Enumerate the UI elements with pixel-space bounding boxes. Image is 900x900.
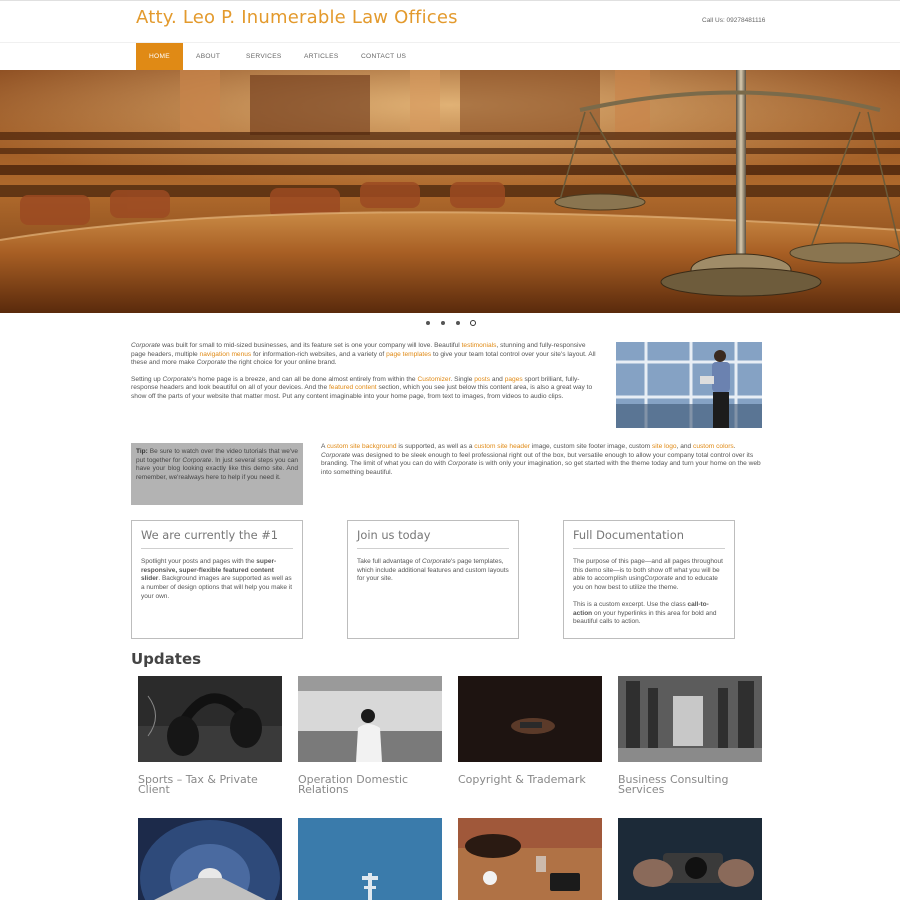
intro-paragraph-2: Setting up Corporate's home page is a br… (131, 375, 593, 400)
update-card-title[interactable]: Operation Domestic Relations (298, 774, 442, 795)
sky-tower-thumbnail[interactable] (298, 818, 442, 900)
site-title[interactable]: Atty. Leo P. Inumerable Law Offices (136, 7, 458, 28)
slider-dot-3[interactable] (456, 321, 460, 325)
site-header: Atty. Leo P. Inumerable Law Offices Call… (0, 0, 900, 42)
bold-text: Tip: (136, 448, 148, 455)
emphasis-text: Corporate (321, 451, 351, 459)
emphasis-text: Corporate (422, 558, 451, 565)
inline-link[interactable]: Customizer (417, 376, 450, 383)
feature-box-text: Take full advantage of Corporate's page … (357, 558, 509, 583)
intro-paragraph-1: Corporate was built for small to mid-siz… (131, 342, 596, 367)
camera-hands-thumbnail[interactable] (618, 818, 762, 900)
nav-home[interactable]: HOME (136, 43, 183, 71)
inline-link[interactable]: custom site header (474, 443, 530, 450)
tip-box: Tip: Be sure to watch over the video tut… (131, 443, 303, 505)
inline-link[interactable]: custom site background (327, 443, 397, 450)
inline-link[interactable]: page templates (386, 351, 431, 358)
feature-box-title: Join us today (357, 528, 509, 549)
update-card[interactable] (138, 818, 282, 900)
feature-box-title: We are currently the #1 (141, 528, 293, 549)
inline-link[interactable]: featured content (329, 384, 377, 391)
intro-content: Corporate was built for small to mid-siz… (131, 342, 601, 410)
emphasis-text: Corporate (447, 460, 478, 468)
emphasis-text: Corporate (196, 359, 226, 367)
update-card-title[interactable]: Copyright & Trademark (458, 774, 602, 785)
update-card[interactable] (298, 818, 442, 900)
inline-link[interactable]: pages (505, 376, 523, 383)
feature-box-text: The purpose of this page—and all pages t… (573, 558, 723, 592)
business-woman-photo (616, 342, 762, 428)
call-us-text: Call Us: 09278481116 (702, 17, 766, 24)
update-card-title[interactable]: Sports – Tax & Private Client (138, 774, 282, 795)
feature-box-title: Full Documentation (573, 528, 725, 549)
inline-link[interactable]: testimonials (462, 342, 497, 349)
tunnel-thumbnail[interactable] (138, 818, 282, 900)
main-nav: HOME ABOUT SERVICES ARTICLES CONTACT US (0, 42, 900, 71)
update-card[interactable]: Operation Domestic Relations (298, 676, 442, 795)
courtroom-scales-image (0, 70, 900, 313)
inline-link[interactable]: posts (474, 376, 490, 383)
emphasis-text: Corporate (162, 375, 192, 383)
emphasis-text: Corporate (131, 342, 161, 349)
bold-text: super-responsive, super-flexible feature… (141, 558, 277, 583)
feature-box-documentation: Full Documentation The purpose of this p… (563, 520, 735, 639)
update-card[interactable] (458, 818, 602, 900)
inline-link[interactable]: navigation menus (200, 351, 252, 358)
bold-text: call-to-action (573, 600, 709, 617)
update-card-title[interactable]: Business Consulting Services (618, 774, 762, 795)
custom-features-text: A custom site background is supported, a… (321, 443, 761, 476)
inline-link[interactable]: site logo (652, 443, 677, 450)
nav-articles[interactable]: ARTICLES (304, 43, 339, 71)
hero-slider[interactable] (0, 70, 900, 313)
update-card[interactable]: Business Consulting Services (618, 676, 762, 795)
nav-contact-us[interactable]: CONTACT US (361, 43, 406, 71)
phone-hands-thumbnail[interactable] (458, 676, 602, 762)
updates-heading: Updates (131, 650, 202, 668)
meeting-table-thumbnail[interactable] (458, 818, 602, 900)
feature-box-text: Spotlight your posts and pages with the … (141, 558, 293, 600)
colonnade-thumbnail[interactable] (618, 676, 762, 762)
feature-box-join-us: Join us today Take full advantage of Cor… (347, 520, 519, 639)
nav-about[interactable]: ABOUT (196, 43, 220, 71)
update-card[interactable]: Sports – Tax & Private Client (138, 676, 282, 795)
subway-woman-thumbnail[interactable] (298, 676, 442, 762)
slider-dot-2[interactable] (441, 321, 445, 325)
feature-box-number-one: We are currently the #1 Spotlight your p… (131, 520, 303, 639)
emphasis-text: Corporate (182, 456, 212, 464)
slider-dot-1[interactable] (426, 321, 430, 325)
emphasis-text: Corporate (644, 575, 674, 583)
nav-services[interactable]: SERVICES (246, 43, 282, 71)
inline-link[interactable]: custom colors (693, 443, 734, 450)
slider-dot-4[interactable] (470, 320, 476, 326)
update-card[interactable] (618, 818, 762, 900)
slider-dots (424, 320, 484, 328)
feature-box-text-excerpt: This is a custom excerpt. Use the class … (573, 600, 717, 626)
update-card[interactable]: Copyright & Trademark (458, 676, 602, 785)
headphones-thumbnail[interactable] (138, 676, 282, 762)
